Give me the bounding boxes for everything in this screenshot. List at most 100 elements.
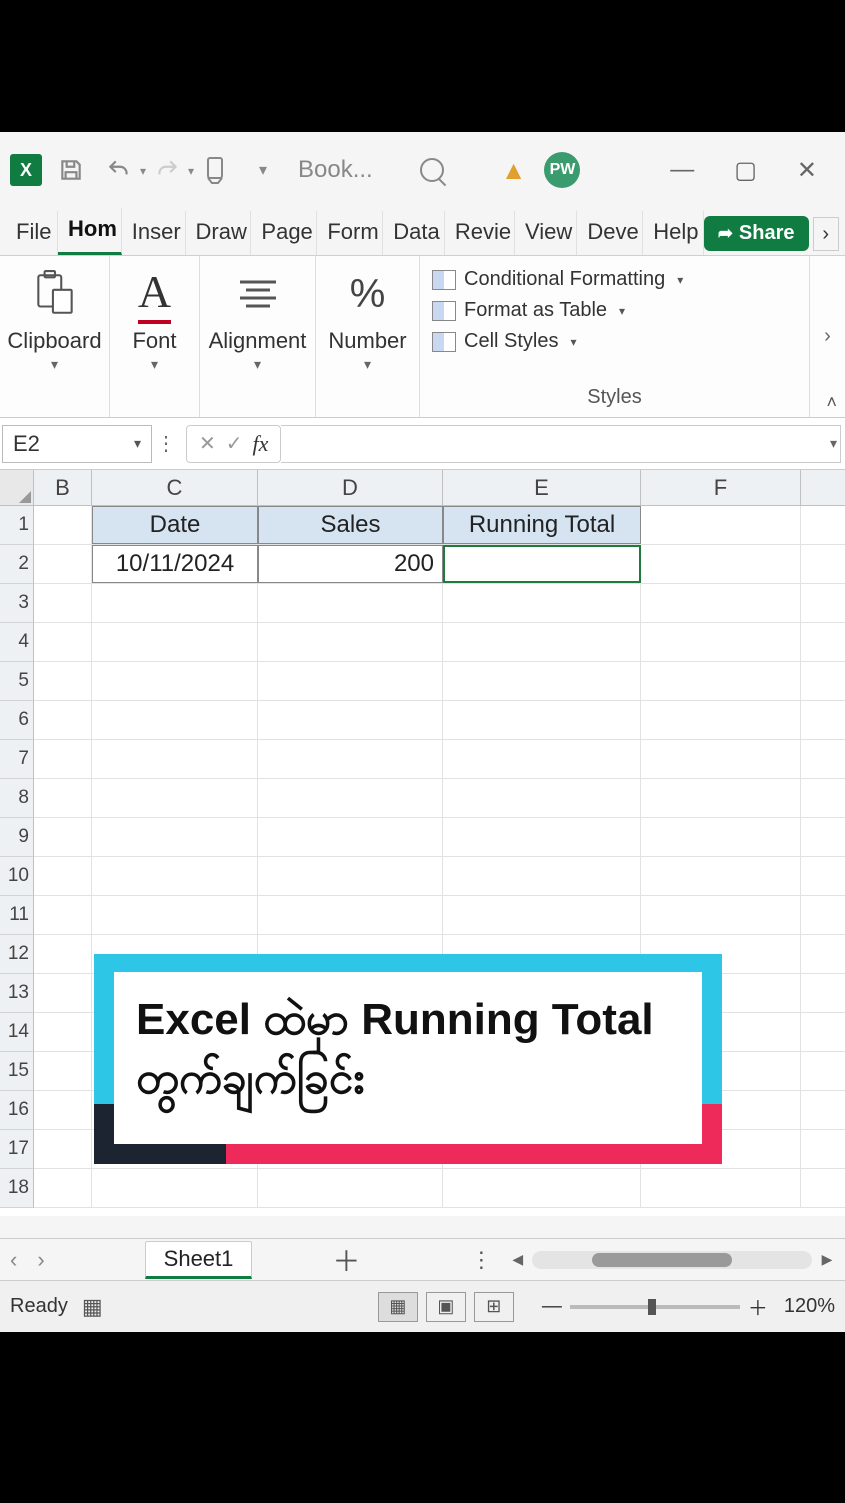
cell[interactable] — [443, 701, 641, 739]
cell[interactable] — [641, 1169, 801, 1207]
view-page-break-icon[interactable]: ⊞ — [474, 1292, 514, 1322]
cell[interactable] — [92, 623, 258, 661]
column-header-c[interactable]: C — [92, 470, 258, 505]
cell[interactable] — [258, 1169, 443, 1207]
tab-review[interactable]: Revie — [445, 211, 515, 255]
horizontal-scrollbar[interactable]: ◀ ▶ — [532, 1251, 812, 1269]
cancel-formula-icon[interactable]: ✕ — [199, 431, 216, 456]
cell[interactable] — [92, 818, 258, 856]
spreadsheet-grid[interactable]: 1 2 3 4 5 6 7 8 9 10 11 12 13 14 15 16 1… — [0, 506, 845, 1216]
cell-date[interactable]: 10/11/2024 — [92, 545, 258, 583]
tab-insert[interactable]: Inser — [122, 211, 186, 255]
cell[interactable] — [34, 584, 92, 622]
cell[interactable] — [641, 701, 801, 739]
tab-draw[interactable]: Draw — [186, 211, 252, 255]
cell[interactable] — [258, 662, 443, 700]
group-clipboard[interactable]: Clipboard ▾ — [0, 256, 110, 417]
cell[interactable] — [92, 584, 258, 622]
undo-icon[interactable] — [100, 151, 138, 189]
touch-mode-icon[interactable] — [196, 151, 234, 189]
column-header-b[interactable]: B — [34, 470, 92, 505]
search-icon[interactable] — [413, 151, 451, 189]
cell[interactable] — [443, 623, 641, 661]
row-header[interactable]: 13 — [0, 974, 34, 1013]
enter-formula-icon[interactable]: ✓ — [226, 431, 243, 456]
cell[interactable] — [34, 701, 92, 739]
row-header[interactable]: 1 — [0, 506, 34, 545]
formula-input[interactable] — [281, 425, 841, 463]
minimize-icon[interactable]: — — [670, 156, 694, 185]
cell[interactable] — [258, 896, 443, 934]
column-header-e[interactable]: E — [443, 470, 641, 505]
cell-sales[interactable]: 200 — [258, 545, 443, 583]
cell[interactable] — [34, 974, 92, 1012]
cell[interactable] — [641, 740, 801, 778]
tab-data[interactable]: Data — [383, 211, 445, 255]
tab-home[interactable]: Hom — [58, 208, 122, 255]
view-normal-icon[interactable]: ▦ — [378, 1292, 418, 1322]
cell[interactable] — [92, 701, 258, 739]
cell-styles-button[interactable]: Cell Styles ▾ — [432, 326, 797, 357]
sheet-options-icon[interactable]: ⋮ — [470, 1247, 492, 1273]
cell[interactable] — [34, 1013, 92, 1051]
row-header[interactable]: 14 — [0, 1013, 34, 1052]
cell[interactable] — [92, 896, 258, 934]
zoom-percent[interactable]: 120% — [784, 1295, 835, 1318]
cell[interactable] — [34, 896, 92, 934]
group-alignment[interactable]: Alignment ▾ — [200, 256, 316, 417]
cell[interactable] — [641, 545, 801, 583]
cell[interactable] — [34, 1169, 92, 1207]
cell[interactable] — [443, 662, 641, 700]
cell[interactable] — [258, 623, 443, 661]
sheet-nav-prev-icon[interactable]: ‹ — [10, 1247, 17, 1273]
cell[interactable] — [258, 584, 443, 622]
cell[interactable] — [34, 1052, 92, 1090]
cell[interactable] — [34, 623, 92, 661]
row-header[interactable]: 17 — [0, 1130, 34, 1169]
tab-view[interactable]: View — [515, 211, 577, 255]
format-as-table-button[interactable]: Format as Table ▾ — [432, 295, 797, 326]
insert-function-icon[interactable]: fx — [253, 431, 269, 457]
cell[interactable] — [443, 818, 641, 856]
redo-icon[interactable] — [148, 151, 186, 189]
tab-page-layout[interactable]: Page — [251, 211, 317, 255]
view-page-layout-icon[interactable]: ▣ — [426, 1292, 466, 1322]
zoom-out-icon[interactable]: — — [542, 1295, 562, 1318]
tabs-overflow-icon[interactable]: › — [813, 217, 839, 251]
table-header-date[interactable]: Date — [92, 506, 258, 544]
cell[interactable] — [641, 623, 801, 661]
row-header[interactable]: 3 — [0, 584, 34, 623]
save-icon[interactable] — [52, 151, 90, 189]
row-header[interactable]: 18 — [0, 1169, 34, 1208]
cell[interactable] — [34, 935, 92, 973]
cell[interactable] — [258, 740, 443, 778]
group-font[interactable]: A Font ▾ — [110, 256, 200, 417]
close-icon[interactable]: ✕ — [797, 156, 817, 185]
maximize-icon[interactable]: ▢ — [734, 156, 757, 185]
table-header-sales[interactable]: Sales — [258, 506, 443, 544]
collapse-ribbon-icon[interactable]: ˄ — [826, 392, 837, 413]
add-sheet-icon[interactable]: ＋ — [332, 1240, 360, 1280]
row-header[interactable]: 9 — [0, 818, 34, 857]
cell[interactable] — [34, 740, 92, 778]
cell[interactable] — [641, 506, 801, 544]
cell[interactable] — [258, 701, 443, 739]
cell[interactable] — [92, 740, 258, 778]
tab-help[interactable]: Help — [643, 211, 704, 255]
cell[interactable] — [443, 857, 641, 895]
row-header[interactable]: 5 — [0, 662, 34, 701]
cell[interactable] — [34, 1130, 92, 1168]
share-button[interactable]: ➦ Share — [704, 216, 809, 251]
row-header[interactable]: 7 — [0, 740, 34, 779]
qat-more-icon[interactable]: ▾ — [244, 151, 282, 189]
conditional-formatting-button[interactable]: Conditional Formatting ▾ — [432, 264, 797, 295]
row-header[interactable]: 15 — [0, 1052, 34, 1091]
scroll-right-icon[interactable]: ▶ — [822, 1251, 833, 1268]
expand-formula-bar-icon[interactable]: ▾ — [830, 435, 837, 452]
cell[interactable] — [443, 896, 641, 934]
cell[interactable] — [641, 896, 801, 934]
scrollbar-thumb[interactable] — [592, 1253, 732, 1267]
sheet-nav-next-icon[interactable]: › — [37, 1247, 44, 1273]
row-header[interactable]: 16 — [0, 1091, 34, 1130]
cell[interactable] — [443, 779, 641, 817]
